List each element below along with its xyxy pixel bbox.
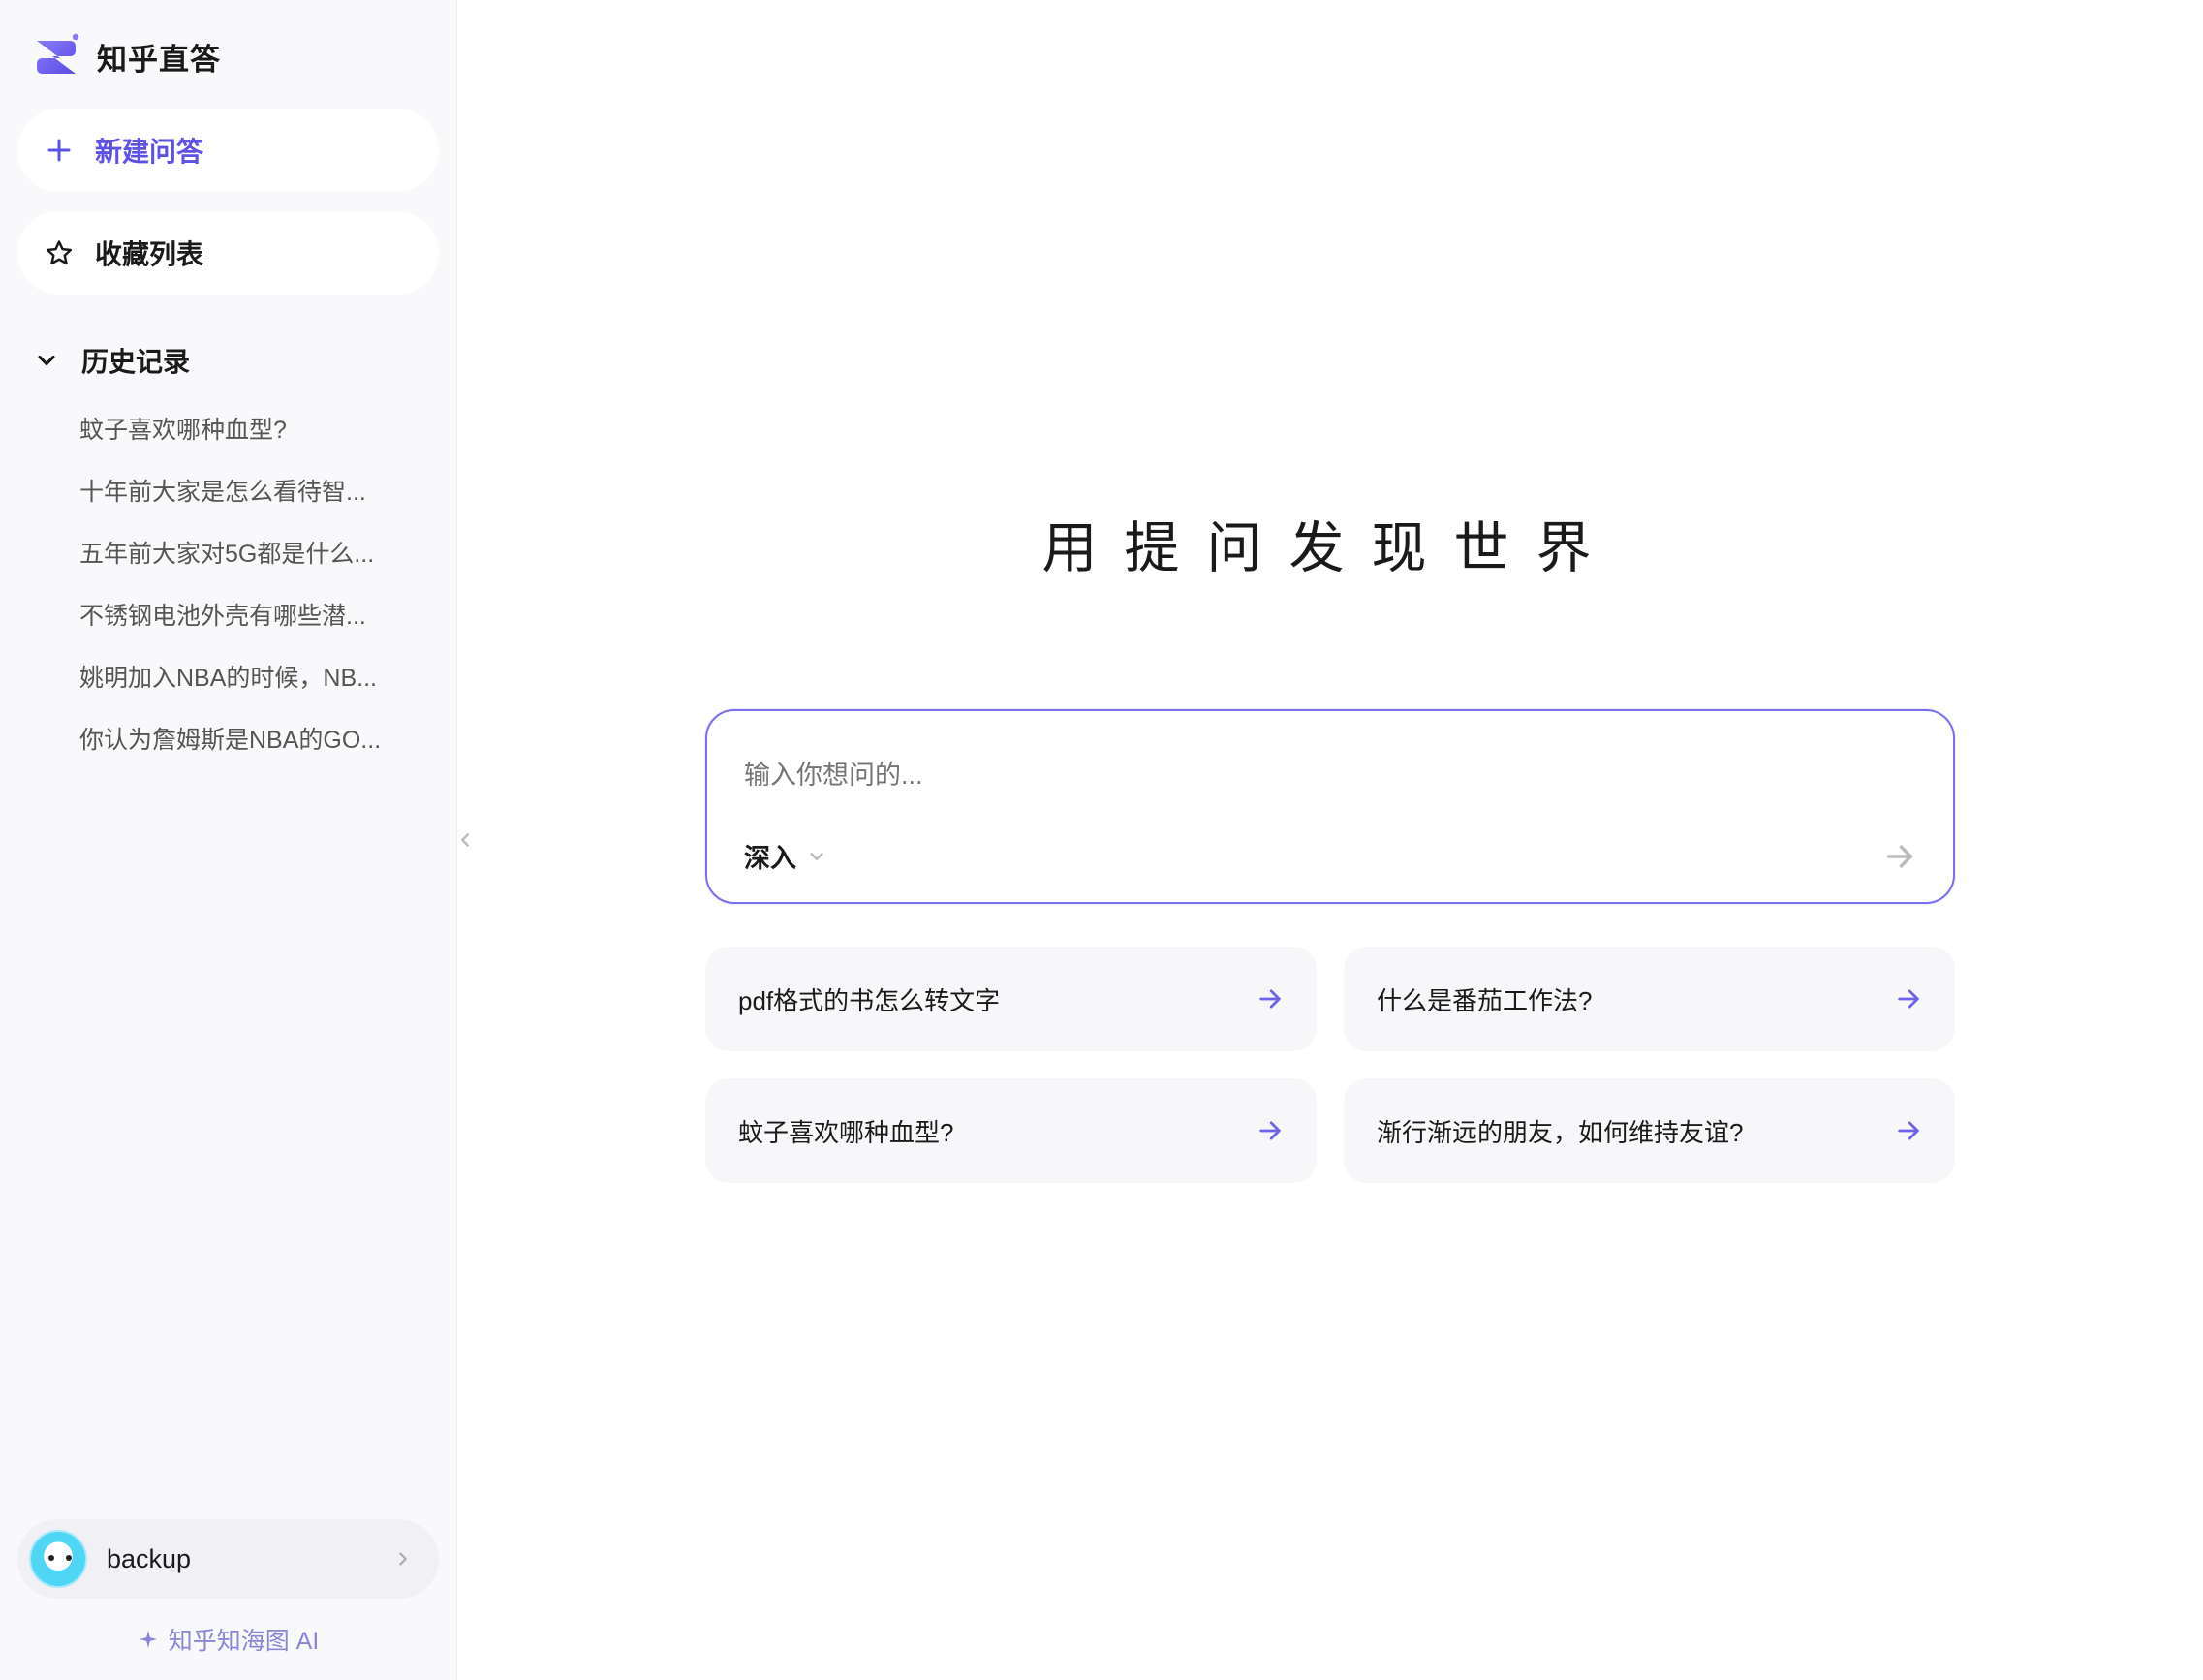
chevron-right-icon [392, 1548, 414, 1570]
history-item[interactable]: 姚明加入NBA的时候，NB... [17, 645, 439, 707]
avatar [29, 1530, 87, 1588]
footer-link-label: 知乎知海图 AI [169, 1622, 320, 1657]
logo-icon [31, 31, 81, 81]
suggestion-text: pdf格式的书怎么转文字 [738, 981, 1000, 1017]
suggestion-card[interactable]: pdf格式的书怎么转文字 [705, 947, 1317, 1051]
arrow-right-icon [1257, 985, 1284, 1012]
new-chat-button[interactable]: 新建问答 [17, 109, 439, 192]
sparkle-icon [138, 1629, 159, 1650]
arrow-right-icon [1895, 1117, 1922, 1144]
main-content: 用提问发现世界 深入 pdf格式的书怎么转文字 什么是番茄工作法? 蚊子喜欢哪种… [457, 0, 2203, 1680]
history-title: 历史记录 [81, 341, 190, 380]
new-chat-label: 新建问答 [95, 131, 203, 170]
collapse-sidebar-button[interactable] [450, 804, 480, 876]
brand-name: 知乎直答 [97, 35, 221, 78]
prompt-input-card: 深入 [705, 709, 1955, 904]
history-item[interactable]: 五年前大家对5G都是什么... [17, 521, 439, 583]
star-icon [45, 238, 74, 267]
input-toolbar: 深入 [744, 837, 1916, 875]
mode-toggle[interactable]: 深入 [744, 837, 827, 875]
suggestion-card[interactable]: 什么是番茄工作法? [1344, 947, 1955, 1051]
suggestions: pdf格式的书怎么转文字 什么是番茄工作法? 蚊子喜欢哪种血型? 渐行渐远的朋友… [705, 947, 1955, 1183]
suggestion-text: 渐行渐远的朋友，如何维持友谊? [1377, 1113, 1743, 1149]
chevron-down-icon [33, 347, 60, 374]
brand[interactable]: 知乎直答 [17, 31, 439, 109]
suggestion-card[interactable]: 蚊子喜欢哪种血型? [705, 1078, 1317, 1183]
sidebar-footer: backup 知乎知海图 AI [17, 1519, 439, 1657]
history-list: 蚊子喜欢哪种血型? 十年前大家是怎么看待智... 五年前大家对5G都是什么...… [17, 397, 439, 769]
prompt-input[interactable] [744, 746, 1916, 804]
sidebar: 知乎直答 新建问答 收藏列表 历史记录 蚊子喜欢哪种血型? 十年前大家是怎么看待… [0, 0, 457, 1680]
history-item[interactable]: 不锈钢电池外壳有哪些潜... [17, 583, 439, 645]
history-item[interactable]: 十年前大家是怎么看待智... [17, 459, 439, 521]
mode-label: 深入 [744, 837, 796, 875]
user-menu[interactable]: backup [17, 1519, 439, 1599]
suggestion-card[interactable]: 渐行渐远的朋友，如何维持友谊? [1344, 1078, 1955, 1183]
hero-title: 用提问发现世界 [1042, 504, 1619, 583]
arrow-right-icon [1257, 1117, 1284, 1144]
suggestion-text: 蚊子喜欢哪种血型? [738, 1113, 953, 1149]
arrow-right-icon [1895, 985, 1922, 1012]
plus-icon [45, 136, 74, 165]
history-item[interactable]: 你认为詹姆斯是NBA的GO... [17, 707, 439, 769]
favorites-button[interactable]: 收藏列表 [17, 211, 439, 295]
user-name: backup [107, 1544, 373, 1574]
history-header[interactable]: 历史记录 [17, 314, 439, 397]
footer-link[interactable]: 知乎知海图 AI [17, 1622, 439, 1657]
suggestion-text: 什么是番茄工作法? [1377, 981, 1592, 1017]
send-button[interactable] [1883, 840, 1916, 873]
history-item[interactable]: 蚊子喜欢哪种血型? [17, 397, 439, 459]
favorites-label: 收藏列表 [95, 233, 203, 272]
chevron-down-icon [806, 846, 827, 867]
